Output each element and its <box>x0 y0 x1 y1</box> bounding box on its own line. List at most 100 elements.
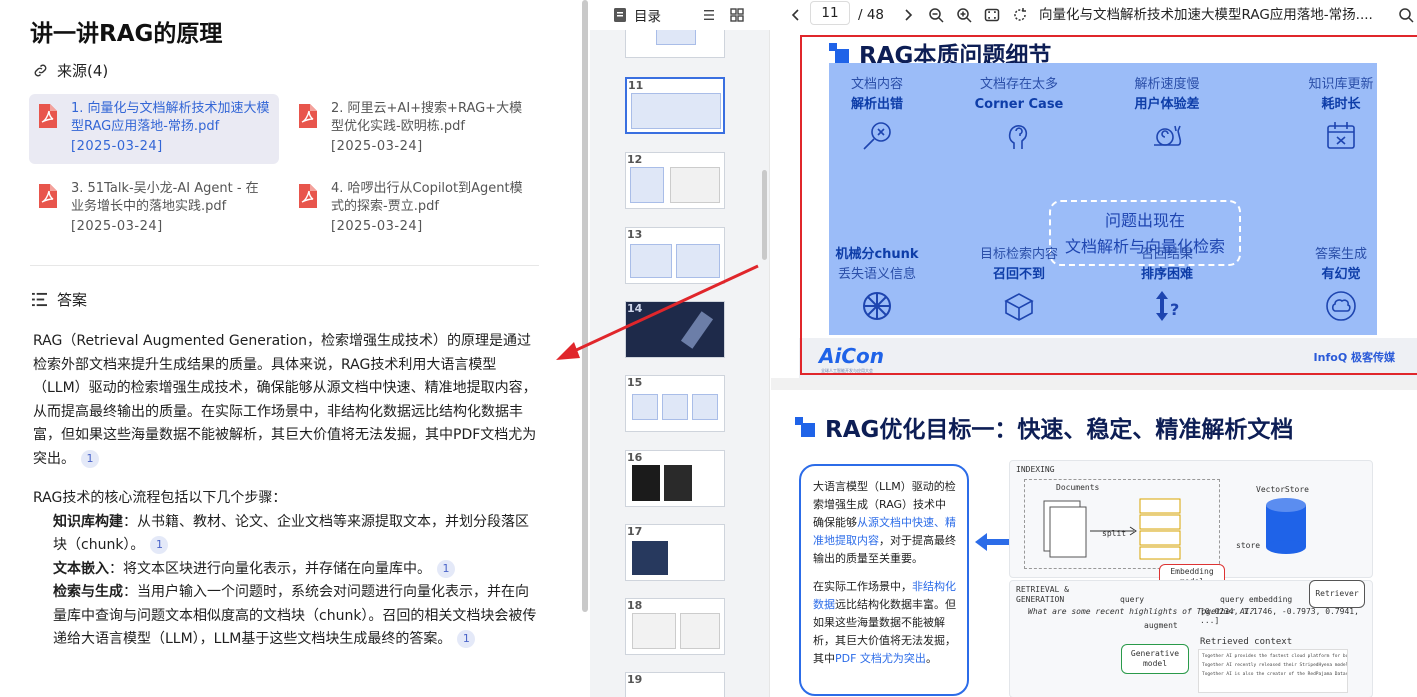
answer-heading: 答案 <box>32 289 87 310</box>
viewer-toolbar: 目录 / 48 <box>590 0 1417 30</box>
thumbnail-19[interactable]: 19 <box>625 672 725 697</box>
retrieved-context-label: Retrieved context <box>1200 637 1293 647</box>
zoom-out-icon <box>929 8 944 23</box>
citation-badge[interactable]: 1 <box>81 449 99 468</box>
source-name: 1. 向量化与文档解析技术加速大模型RAG应用落地-常扬.pdf <box>71 101 270 134</box>
bubble-text: 在实际工作场景中， <box>813 580 912 593</box>
answer-step: 检索与生成：当用户输入一个问题时，系统会对问题进行向量化表示，并在向量库中查询与… <box>33 581 538 652</box>
document-title: 向量化与文档解析技术加速大模型RAG应用落地-常扬.... <box>1039 7 1373 23</box>
answer-heading-label: 答案 <box>57 291 88 309</box>
query-embedding-label: query embedding <box>1220 595 1293 604</box>
highlight-frame <box>800 35 1417 375</box>
thumbnail-sidebar: 11 12 13 14 15 16 17 18 19 <box>590 30 770 697</box>
chevron-right-icon <box>905 9 913 21</box>
slide-page-11: RAG本质问题细节 文档内容 解析出错 文档存在太多 Corner Case 解… <box>785 30 1417 380</box>
sources-heading-label: 来源(4) <box>57 62 109 80</box>
pdf-icon <box>299 184 317 208</box>
thumbnail-11[interactable]: 11 <box>625 77 725 134</box>
slide-page-12: RAG优化目标一：快速、稳定、精准解析文档 大语言模型（LLM）驱动的检索增强生… <box>785 390 1417 697</box>
pdf-icon <box>39 184 57 208</box>
answer-paragraph: RAG（Retrieval Augmented Generation，检索增强生… <box>33 330 538 471</box>
thumbnail-number: 17 <box>627 525 643 538</box>
grid-view-button[interactable] <box>729 0 745 30</box>
rotate-button[interactable] <box>1012 0 1028 30</box>
thumbnail-number: 12 <box>627 153 643 166</box>
bubble-text: 。 <box>925 652 937 665</box>
source-date: [2025-03-24] <box>71 139 163 154</box>
thumb-block <box>692 394 718 420</box>
bubble-paragraph: 在实际工作场景中，非结构化数据远比结构化数据丰富。但如果这些海量数据不能被解析，… <box>813 578 957 668</box>
search-button[interactable] <box>1398 0 1414 30</box>
answer-text: RAG（Retrieval Augmented Generation，检索增强生… <box>33 333 537 467</box>
thumbnail-14[interactable]: 14 <box>625 301 725 358</box>
arrow-left-icon <box>975 533 1009 551</box>
toc-button[interactable]: 目录 <box>612 0 661 30</box>
list-view-button[interactable] <box>701 0 717 30</box>
citation-badge[interactable]: 1 <box>457 630 476 648</box>
thumbnail-number: 18 <box>627 599 643 612</box>
page-title: 讲一讲RAG的原理 <box>30 21 223 47</box>
toc-label: 目录 <box>634 9 661 25</box>
thumb-graphic <box>680 311 714 349</box>
answer-scrollbar[interactable] <box>581 0 589 697</box>
document-icon <box>614 8 626 22</box>
source-date: [2025-03-24] <box>331 139 423 154</box>
thumbnail-13[interactable]: 13 <box>625 227 725 284</box>
thumbnail-scrollbar[interactable] <box>762 170 767 260</box>
thumbnail-12[interactable]: 12 <box>625 152 725 209</box>
source-card-1[interactable]: 1. 向量化与文档解析技术加速大模型RAG应用落地-常扬.pdf [2025-0… <box>29 94 279 164</box>
retrieval-label: RETRIEVAL & GENERATION <box>1016 585 1069 604</box>
query-label: query <box>1120 595 1145 604</box>
source-name: 4. 哈啰出行从Copilot到Agent模式的探索-贾立.pdf <box>331 181 523 214</box>
answer-steps-intro: RAG技术的核心流程包括以下几个步骤： <box>33 490 287 506</box>
thumb-block <box>630 244 672 278</box>
thumbnail-15[interactable]: 15 <box>625 375 725 432</box>
slide-title-text: RAG优化目标一：快速、稳定、精准解析文档 <box>825 417 1294 443</box>
zoom-out-button[interactable] <box>928 0 944 30</box>
zoom-in-button[interactable] <box>956 0 972 30</box>
search-icon <box>1399 8 1414 23</box>
context-line: Together AI is also the creator of the R… <box>1202 672 1348 677</box>
step-text: ：从书籍、教材、论文、企业文档等来源提取文本，并划分段落区块（chunk）。 <box>53 513 529 554</box>
step-label: 检索与生成 <box>53 584 123 600</box>
documents-label: Documents <box>1056 483 1100 492</box>
chevron-left-icon <box>791 9 799 21</box>
citation-badge[interactable]: 1 <box>437 559 455 578</box>
scrollbar-thumb[interactable] <box>582 0 588 612</box>
source-card-4[interactable]: 4. 哈啰出行从Copilot到Agent模式的探索-贾立.pdf [2025-… <box>289 174 539 244</box>
page-area: RAG本质问题细节 文档内容 解析出错 文档存在太多 Corner Case 解… <box>771 30 1417 697</box>
source-card-3[interactable]: 3. 51Talk-吴小龙-AI Agent - 在业务增长中的落地实践.pdf… <box>29 174 279 244</box>
thumb-block <box>662 394 688 420</box>
thumbnail-17[interactable]: 17 <box>625 524 725 581</box>
divider <box>30 265 539 266</box>
page-number-input[interactable] <box>810 1 850 25</box>
prev-page-button[interactable] <box>788 0 804 30</box>
thumbnail-10[interactable] <box>625 30 725 58</box>
source-card-2[interactable]: 2. 阿里云+AI+搜索+RAG+大模型优化实践-欧明栋.pdf [2025-0… <box>289 94 539 164</box>
next-page-button[interactable] <box>900 0 916 30</box>
answer-step: 知识库构建：从书籍、教材、论文、企业文档等来源提取文本，并划分段落区块（chun… <box>33 511 538 558</box>
list-icon <box>32 292 47 307</box>
database-icon <box>1266 498 1306 554</box>
thumb-block <box>632 465 660 501</box>
source-date: [2025-03-24] <box>71 219 163 234</box>
vectorstore-label: VectorStore <box>1256 485 1309 494</box>
indexing-section: INDEXING Documents split VectorStore sto <box>1009 460 1373 578</box>
citation-badge[interactable]: 1 <box>150 536 169 554</box>
thumbnail-18[interactable]: 18 <box>625 598 725 655</box>
source-name: 2. 阿里云+AI+搜索+RAG+大模型优化实践-欧明栋.pdf <box>331 101 523 134</box>
rag-diagram: INDEXING Documents split VectorStore sto <box>1009 460 1373 697</box>
total-pages: / 48 <box>858 7 885 23</box>
link-icon <box>34 64 47 77</box>
rotate-icon <box>1014 8 1026 21</box>
indexing-label: INDEXING <box>1016 465 1055 474</box>
thumbnail-16[interactable]: 16 <box>625 450 725 507</box>
thumbnail-number: 14 <box>627 302 643 315</box>
retriever-box: Retriever <box>1309 580 1365 608</box>
bubble-paragraph: 大语言模型（LLM）驱动的检索增强生成（RAG）技术中确保能够从源文档中快速、精… <box>813 478 957 568</box>
fit-page-button[interactable] <box>984 0 1000 30</box>
pdf-viewer: 目录 / 48 <box>590 0 1417 697</box>
retrieved-context-box: Together AI provides the fastest cloud p… <box>1198 649 1348 693</box>
page-separator <box>771 378 1417 390</box>
augment-label: augment <box>1144 621 1178 630</box>
